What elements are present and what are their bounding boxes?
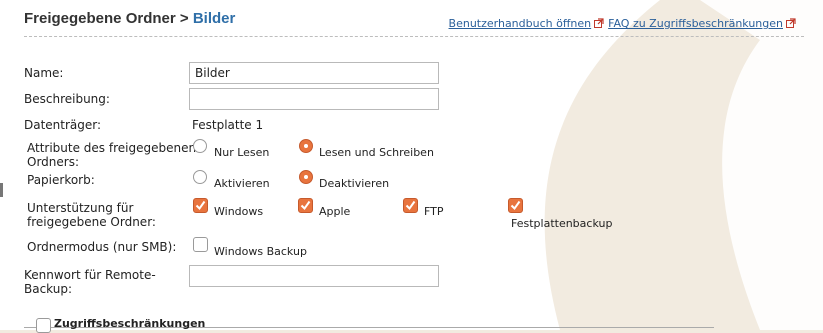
support-label-line1: Unterstützung für xyxy=(27,201,134,215)
attributes-label-line2: Ordners: xyxy=(27,155,80,169)
side-handle[interactable] xyxy=(0,183,3,197)
checkbox-windows-backup[interactable] xyxy=(193,237,208,252)
checkbox-ftp[interactable] xyxy=(403,198,418,213)
manual-link[interactable]: Benutzerhandbuch öffnen xyxy=(449,17,592,30)
breadcrumb-section: Freigegebene Ordner xyxy=(24,10,176,27)
help-links: Benutzerhandbuch öffnen FAQ zu Zugriffsbe… xyxy=(449,17,800,30)
radio-trash-disable-label: Deaktivieren xyxy=(319,177,390,190)
checkbox-windows[interactable] xyxy=(193,198,208,213)
attributes-label-line1: Attribute des freigegebenen xyxy=(27,141,197,155)
trash-label: Papierkorb: xyxy=(27,173,95,187)
access-restrictions-label: Zugriffsbeschränkungen xyxy=(54,317,206,330)
smb-label: Ordnermodus (nur SMB): xyxy=(27,240,177,254)
name-field[interactable] xyxy=(189,62,439,84)
checkmark-icon xyxy=(195,200,206,211)
checkbox-apple[interactable] xyxy=(298,198,313,213)
checkbox-disk-backup[interactable] xyxy=(508,198,523,213)
support-label: Unterstützung für freigegebene Ordner: xyxy=(27,201,156,229)
remote-password-label-line1: Kennwort für Remote- xyxy=(24,268,156,282)
faq-link[interactable]: FAQ zu Zugriffsbeschränkungen xyxy=(608,17,783,30)
checkbox-access-restrictions[interactable] xyxy=(36,318,51,333)
breadcrumb-separator: > xyxy=(175,10,193,27)
radio-read-only-label: Nur Lesen xyxy=(214,146,270,159)
radio-read-write[interactable] xyxy=(299,139,313,153)
checkmark-icon xyxy=(300,200,311,211)
checkmark-icon xyxy=(405,200,416,211)
radio-trash-enable[interactable] xyxy=(193,170,207,184)
name-label: Name: xyxy=(24,66,64,80)
checkmark-icon xyxy=(510,200,521,211)
support-label-line2: freigegebene Ordner: xyxy=(27,215,156,229)
drive-label: Datenträger: xyxy=(24,118,102,132)
drive-value: Festplatte 1 xyxy=(192,118,264,132)
radio-trash-disable[interactable] xyxy=(299,170,313,184)
remote-password-label-line2: Backup: xyxy=(24,282,73,296)
radio-trash-enable-label: Aktivieren xyxy=(214,177,270,190)
external-link-icon xyxy=(786,18,796,28)
checkbox-windows-label: Windows xyxy=(214,205,264,218)
breadcrumb-current: Bilder xyxy=(192,10,236,27)
checkbox-windows-backup-label: Windows Backup xyxy=(214,245,307,258)
description-label: Beschreibung: xyxy=(24,92,110,106)
page-title: Freigegebene Ordner > Bilder xyxy=(24,10,235,27)
header-divider xyxy=(24,36,804,37)
remote-password-label: Kennwort für Remote- Backup: xyxy=(24,268,156,296)
checkbox-ftp-label: FTP xyxy=(424,205,444,218)
remote-password-field[interactable] xyxy=(189,265,439,287)
radio-read-write-label: Lesen und Schreiben xyxy=(319,146,434,159)
checkbox-disk-backup-label: Festplattenbackup xyxy=(511,217,613,230)
description-field[interactable] xyxy=(189,88,439,110)
radio-read-only[interactable] xyxy=(193,139,207,153)
checkbox-apple-label: Apple xyxy=(319,205,351,218)
external-link-icon xyxy=(594,18,604,28)
attributes-label: Attribute des freigegebenen Ordners: xyxy=(27,141,196,169)
